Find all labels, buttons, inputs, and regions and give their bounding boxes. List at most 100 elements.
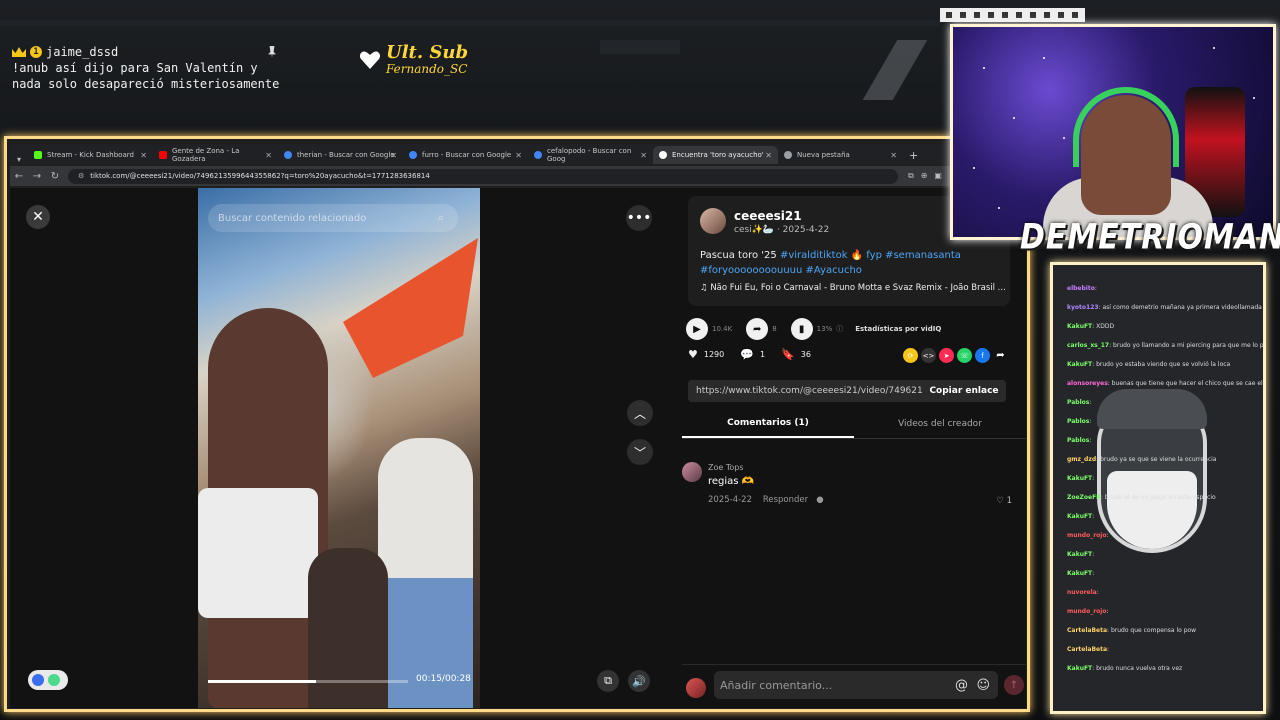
chat-line: KakuFT: [1067, 475, 1095, 482]
chat-line-user[interactable]: gmz_dzd [1067, 456, 1096, 463]
video-progress-bar[interactable] [208, 680, 408, 683]
chat-line-user[interactable]: KakuFT [1067, 551, 1092, 558]
close-icon[interactable]: ✕ [26, 205, 50, 229]
music-link[interactable]: ♫ Não Fui Eu, Foi o Carnaval - Bruno Mot… [700, 283, 1006, 293]
tab-comments[interactable]: Comentarios (1) [682, 410, 854, 438]
chat-line-user[interactable]: Pablos [1067, 437, 1089, 444]
like-icon[interactable]: ♥ [688, 348, 698, 361]
cast-icon[interactable]: ▣ [934, 171, 942, 181]
creator-like-icon: ● [816, 495, 824, 505]
send-comment-icon[interactable]: ↑ [1004, 675, 1024, 695]
vidiq-stats-label[interactable]: Estadísticas por vidIQ [855, 325, 941, 333]
reply-button[interactable]: Responder [763, 495, 808, 505]
browser-tab[interactable]: Nueva pestaña ✕ [778, 146, 903, 164]
chat-line-user[interactable]: KakuFT [1067, 323, 1092, 330]
chat-username: jaime_dssd [46, 45, 119, 59]
translate-icon[interactable]: ⧉ [908, 171, 914, 181]
chat-line-user[interactable]: ZoeZoeFR [1067, 494, 1101, 501]
volume-icon[interactable]: 🔊 [628, 670, 650, 692]
comment-input[interactable]: Añadir comentario... @ ☺ [714, 671, 998, 699]
chat-line-user[interactable]: Pablos [1067, 399, 1089, 406]
chat-line-user[interactable]: KakuFT [1067, 475, 1092, 482]
chat-line-user[interactable]: CartelaBeta [1067, 627, 1107, 634]
browser-tab[interactable]: Stream - Kick Dashboard ✕ [28, 146, 153, 164]
embed-icon[interactable]: <> [921, 348, 936, 363]
browser-tab[interactable]: therian - Buscar con Google ✕ [278, 146, 403, 164]
comment-icon[interactable]: 💬 [740, 348, 754, 361]
chat-line-user[interactable]: alonsoreyes [1067, 380, 1108, 387]
search-icon[interactable]: ⌕ [438, 211, 444, 225]
chat-line-user[interactable]: KakuFT [1067, 361, 1092, 368]
chat-line-user[interactable]: KakuFT [1067, 570, 1092, 577]
info-icon[interactable]: ⓘ [836, 324, 843, 334]
close-tab-icon[interactable]: ✕ [515, 151, 522, 160]
next-video-icon[interactable]: ﹀ [627, 439, 653, 465]
browser-tab[interactable]: Gente de Zona - La Gozadera ✕ [153, 146, 278, 164]
close-tab-icon[interactable]: ✕ [890, 151, 897, 160]
hashtags[interactable]: #viralditiktok 🔥 fyp #semanasanta [780, 250, 961, 261]
repost-icon[interactable]: ⟳ [903, 348, 918, 363]
reload-icon[interactable]: ↻ [46, 171, 64, 182]
chat-line-message: brudo ya se que se viene la ocurrencia [1100, 456, 1217, 463]
facebook-icon[interactable]: f [975, 348, 990, 363]
close-tab-icon[interactable]: ✕ [765, 151, 772, 160]
browser-tab-bar: ▾ Stream - Kick Dashboard ✕ Gente de Zona… [10, 144, 1026, 164]
copy-link-button[interactable]: Copiar enlace [922, 386, 1006, 396]
site-info-icon[interactable]: ⚙ [78, 172, 84, 180]
video-search-input[interactable]: Buscar contenido relacionado ⌕ [208, 204, 458, 232]
video-stats-row: ▶ 10.4K ➦ 8 ▮ 13% ⓘ Estadísticas por vid… [686, 318, 1016, 340]
avatar [686, 678, 706, 698]
url-field[interactable]: ⚙ tiktok.com/@ceeeesi21/video/74962135996… [68, 168, 898, 184]
tab-creator-videos[interactable]: Videos del creador [854, 410, 1026, 438]
chrome-icon [784, 151, 792, 159]
comment-text: regias 🫶 [708, 476, 755, 487]
youtube-icon [159, 151, 167, 159]
last-sub-widget: Ult. Sub Fernando_SC [360, 44, 468, 76]
emoji-icon[interactable]: ☺ [976, 678, 990, 693]
previous-video-icon[interactable]: ︿ [627, 400, 653, 426]
share-icon[interactable]: ➦ [993, 348, 1008, 363]
browser-tab[interactable]: cefalopodo - Buscar con Goog ✕ [528, 146, 653, 164]
forward-icon[interactable]: → [28, 171, 46, 182]
hashtags[interactable]: #foryoooooooouuuu #Ayacucho [700, 265, 862, 276]
chat-line-user[interactable]: mundo_rojo [1067, 608, 1106, 615]
tab-list-button[interactable]: ▾ [10, 155, 28, 164]
more-options-icon[interactable]: ••• [626, 205, 652, 231]
new-tab-button[interactable]: + [909, 146, 918, 164]
send-icon[interactable]: ➤ [939, 348, 954, 363]
close-tab-icon[interactable]: ✕ [390, 151, 397, 160]
back-icon[interactable]: ← [10, 171, 28, 182]
chat-line-user[interactable]: kyoto123 [1067, 304, 1099, 311]
close-tab-icon[interactable]: ✕ [140, 151, 147, 160]
chat-line: kyoto123: así como demetrio mañana ya pr… [1067, 304, 1263, 311]
chat-line-user[interactable]: CartelaBeta [1067, 646, 1107, 653]
bookmark-icon[interactable]: 🔖 [781, 348, 795, 361]
close-tab-icon[interactable]: ✕ [265, 151, 272, 160]
chat-line-message: así como demetrio mañana ya primera vide… [1102, 304, 1263, 311]
comment-like[interactable]: ♡ 1 [996, 496, 1012, 506]
post-username[interactable]: ceeeesi21 [734, 209, 802, 223]
chat-line-user[interactable]: KakuFT [1067, 665, 1092, 672]
chat-line-user[interactable]: nuvorela [1067, 589, 1097, 596]
browser-tab[interactable]: furro - Buscar con Google ✕ [403, 146, 528, 164]
browser-tab-active[interactable]: Encuentra 'toro ayacucho' ✕ [653, 146, 778, 164]
zoom-icon[interactable]: ⊕ [921, 171, 928, 181]
tiktok-icon [659, 151, 667, 159]
action-row: ♥ 1290 💬 1 🔖 36 [688, 348, 811, 361]
chat-line-user[interactable]: elbebito [1067, 285, 1095, 292]
close-tab-icon[interactable]: ✕ [640, 151, 647, 160]
extension-toggle[interactable] [28, 670, 68, 690]
stat-percent: 13% [816, 325, 833, 333]
mention-icon[interactable]: @ [955, 678, 968, 693]
video-player[interactable]: Buscar contenido relacionado ⌕ 00:15/00:2… [198, 188, 480, 708]
avatar[interactable] [682, 462, 702, 482]
chat-line-user[interactable]: Pablos [1067, 418, 1089, 425]
pip-icon[interactable]: ⧉ [597, 670, 619, 692]
chat-line-user[interactable]: carlos_xs_17 [1067, 342, 1109, 349]
chat-line-user[interactable]: mundo_rojo [1067, 532, 1106, 539]
chat-line-user[interactable]: KakuFT [1067, 513, 1092, 520]
copy-link-row: https://www.tiktok.com/@ceeeesi21/video/… [688, 380, 1006, 402]
whatsapp-icon[interactable]: ☏ [957, 348, 972, 363]
comment-author[interactable]: Zoe Tops [708, 463, 744, 472]
avatar[interactable] [700, 208, 726, 234]
